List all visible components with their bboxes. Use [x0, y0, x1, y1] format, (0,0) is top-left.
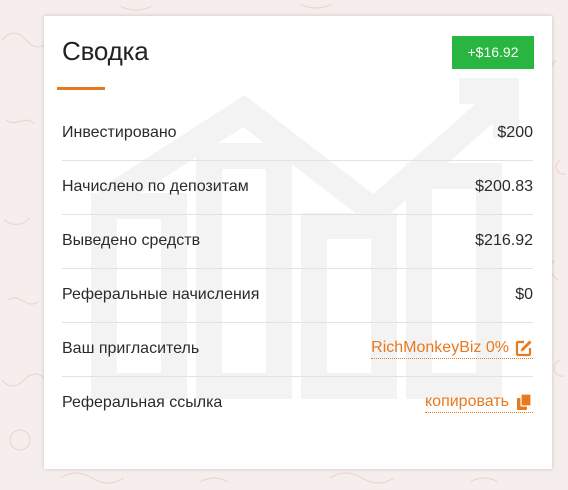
copy-referral-link-button[interactable]: копировать	[424, 393, 533, 413]
row-referral-link: Реферальная ссылка копировать	[62, 377, 533, 431]
row-label: Реферальная ссылка	[62, 394, 223, 411]
row-value: $200.83	[475, 177, 533, 195]
row-deposit-accruals: Начислено по депозитам $200.83	[62, 161, 533, 215]
row-withdrawn: Выведено средств $216.92	[62, 215, 533, 269]
row-invested: Инвестировано $200	[62, 107, 533, 161]
row-referral-accruals: Реферальные начисления $0	[62, 269, 533, 323]
row-value: $200	[497, 123, 533, 141]
row-label: Инвестировано	[62, 123, 177, 141]
row-label: Выведено средств	[62, 231, 201, 249]
summary-title: Сводка	[62, 36, 149, 66]
edit-inviter-link[interactable]: RichMonkeyBiz 0%	[371, 339, 533, 359]
total-profit-badge: +$16.92	[452, 36, 534, 69]
edit-icon	[515, 340, 532, 356]
copy-icon	[517, 393, 532, 410]
row-inviter: Ваш пригласитель RichMonkeyBiz 0%	[62, 323, 533, 377]
summary-card: Сводка +$16.92 Инвестировано $200 Начисл…	[44, 16, 552, 469]
copy-label: копировать	[424, 393, 509, 410]
row-label: Реферальные начисления	[62, 285, 260, 303]
row-label: Ваш пригласитель	[62, 339, 200, 357]
title-underline	[57, 87, 105, 90]
inviter-name: RichMonkeyBiz 0%	[371, 338, 509, 356]
row-label: Начислено по депозитам	[62, 177, 249, 195]
row-value: $216.92	[475, 231, 533, 249]
row-value: $0	[515, 285, 533, 303]
summary-list: Инвестировано $200 Начислено по депозита…	[62, 107, 533, 431]
